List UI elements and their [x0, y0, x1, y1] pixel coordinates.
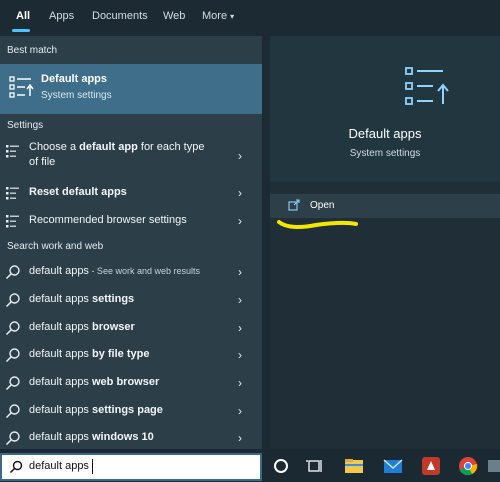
web-result-label: default apps settings page: [29, 404, 163, 416]
web-result-label: default apps web browser: [29, 376, 160, 388]
tab-more[interactable]: More ▾: [202, 10, 234, 22]
web-result-item[interactable]: default apps web browser ›: [0, 370, 262, 396]
open-icon: [288, 199, 300, 211]
list-settings-icon: [6, 145, 19, 158]
search-icon: [5, 404, 20, 419]
best-match-item[interactable]: Default apps System settings: [0, 64, 262, 114]
cortana-icon[interactable]: [271, 456, 291, 476]
highlight-annotation: [277, 220, 358, 229]
section-settings: Settings: [7, 120, 44, 131]
chevron-right-icon: ›: [238, 149, 242, 163]
open-button-label: Open: [310, 200, 335, 211]
list-settings-icon: [6, 187, 19, 200]
list-settings-icon: [6, 215, 19, 228]
web-result-label: default apps browser: [29, 321, 135, 333]
best-match-subtitle: System settings: [41, 90, 112, 101]
search-icon: [5, 265, 20, 280]
web-result-label: default apps windows 10: [29, 431, 154, 443]
app-icon[interactable]: [421, 456, 441, 476]
tab-active-indicator: [12, 29, 30, 32]
chevron-right-icon: ›: [238, 348, 242, 362]
search-icon: [5, 348, 20, 363]
chrome-icon[interactable]: [458, 456, 478, 476]
detail-header: Default apps System settings: [270, 36, 500, 182]
task-view-icon[interactable]: [306, 456, 326, 476]
mail-icon[interactable]: [383, 456, 403, 476]
tab-all[interactable]: All: [16, 10, 30, 22]
results-panel: Best match Default apps System settings …: [0, 36, 262, 449]
chevron-right-icon: ›: [238, 321, 242, 335]
web-result-label: default apps - See work and web results: [29, 265, 200, 277]
web-result-label: default apps by file type: [29, 348, 150, 360]
best-match-title: Default apps: [41, 73, 108, 85]
file-explorer-icon[interactable]: [344, 456, 364, 476]
search-icon: [9, 460, 23, 474]
search-tabs: All Apps Documents Web More ▾: [0, 0, 500, 36]
chevron-right-icon: ›: [238, 431, 242, 445]
default-apps-icon: [9, 76, 34, 98]
text-cursor: [92, 459, 93, 474]
settings-item-reset-default-apps[interactable]: Reset default apps ›: [0, 180, 262, 206]
web-result-item[interactable]: default apps by file type ›: [0, 342, 262, 368]
taskbar-overflow-icon[interactable]: [488, 456, 500, 476]
web-result-item[interactable]: default apps windows 10 ›: [0, 425, 262, 451]
settings-item-label: Recommended browser settings: [29, 214, 187, 226]
detail-title: Default apps: [348, 126, 422, 141]
settings-item-recommended-browser[interactable]: Recommended browser settings ›: [0, 208, 262, 234]
search-icon: [5, 431, 20, 446]
web-result-item[interactable]: default apps settings page ›: [0, 398, 262, 424]
detail-panel: Default apps System settings Open: [270, 36, 500, 449]
settings-item-label: Reset default apps: [29, 186, 127, 198]
chevron-right-icon: ›: [238, 404, 242, 418]
chevron-right-icon: ›: [238, 265, 242, 279]
tab-more-label: More: [202, 10, 228, 22]
chevron-right-icon: ›: [238, 214, 242, 228]
detail-subtitle: System settings: [349, 148, 421, 159]
web-result-label: default apps settings: [29, 293, 135, 305]
search-box[interactable]: default apps: [0, 453, 262, 481]
tab-apps[interactable]: Apps: [49, 10, 74, 22]
chevron-down-icon: ▾: [230, 12, 235, 21]
section-best-match: Best match: [7, 45, 58, 56]
chevron-right-icon: ›: [238, 186, 242, 200]
section-search-web: Search work and web: [7, 241, 104, 252]
tab-documents[interactable]: Documents: [92, 10, 148, 22]
chevron-right-icon: ›: [238, 293, 242, 307]
settings-item-label: Choose a default app for each type of fi…: [29, 141, 205, 168]
search-icon: [5, 321, 20, 336]
settings-item-choose-default-app[interactable]: Choose a default app for each type of fi…: [0, 140, 262, 174]
default-apps-icon: [405, 67, 449, 105]
chevron-right-icon: ›: [238, 376, 242, 390]
search-icon: [5, 293, 20, 308]
search-icon: [5, 376, 20, 391]
web-result-item[interactable]: default apps browser ›: [0, 315, 262, 341]
search-input[interactable]: default apps: [29, 460, 89, 472]
web-result-item[interactable]: default apps settings ›: [0, 287, 262, 313]
tab-web[interactable]: Web: [163, 10, 185, 22]
web-result-item[interactable]: default apps - See work and web results ›: [0, 259, 262, 285]
